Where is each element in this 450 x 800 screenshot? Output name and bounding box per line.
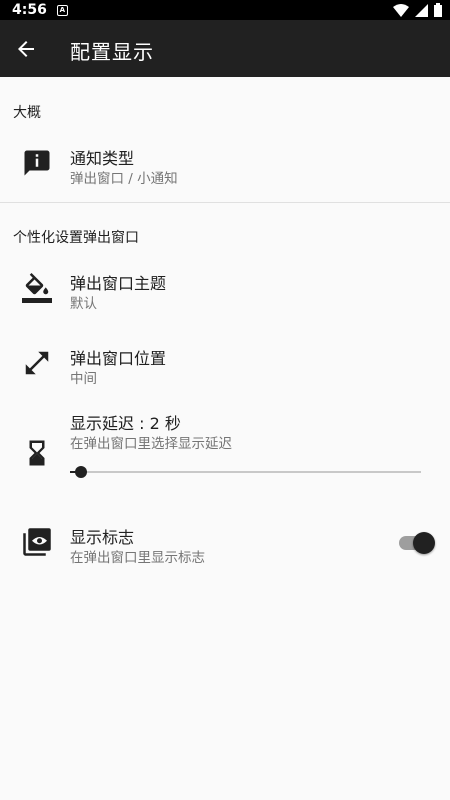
pref-notification-type[interactable]: 通知类型 弹出窗口 / 小通知: [0, 130, 450, 200]
arrow-back-icon[interactable]: [14, 37, 38, 61]
battery-icon: [434, 3, 442, 17]
pref-title: 通知类型: [70, 149, 135, 168]
pref-summary: 中间: [70, 371, 97, 387]
info-message-icon: [24, 150, 50, 176]
status-time: 4:56: [12, 2, 47, 18]
section-header-overview: 大概: [13, 105, 41, 121]
delay-slider-thumb[interactable]: [74, 466, 87, 478]
status-bar: 4:56 A: [0, 0, 450, 20]
status-icons: [393, 3, 442, 17]
toggle-thumb: [413, 532, 435, 554]
app-bar: 配置显示: [0, 20, 450, 77]
show-badge-toggle[interactable]: [399, 532, 435, 554]
pref-summary: 默认: [70, 296, 97, 312]
pref-summary: 在弹出窗口里选择显示延迟: [70, 436, 232, 452]
pref-popup-theme[interactable]: 弹出窗口主题 默认: [0, 258, 450, 318]
notification-icon: A: [56, 4, 68, 16]
paint-bucket-icon: [22, 273, 52, 303]
section-divider: [0, 202, 450, 203]
pref-title: 弹出窗口主题: [70, 274, 167, 293]
delay-slider-track[interactable]: [70, 471, 421, 473]
badge-eye-icon: [23, 528, 51, 556]
pref-summary: 在弹出窗口里显示标志: [70, 550, 205, 566]
pref-title: 弹出窗口位置: [70, 349, 167, 368]
pref-popup-position[interactable]: 弹出窗口位置 中间: [0, 333, 450, 393]
pref-summary: 弹出窗口 / 小通知: [70, 171, 178, 187]
hourglass-icon: [29, 440, 45, 466]
pref-title: 显示延迟 : 2 秒: [70, 414, 181, 433]
wifi-icon: [393, 3, 409, 17]
cellular-icon: [415, 3, 428, 17]
section-header-popup: 个性化设置弹出窗口: [13, 230, 139, 246]
pref-title: 显示标志: [70, 528, 135, 547]
resize-arrows-icon: [25, 351, 49, 375]
pref-show-badge[interactable]: 显示标志 在弹出窗口里显示标志: [0, 515, 450, 570]
page-title: 配置显示: [70, 40, 154, 64]
pref-display-delay[interactable]: 显示延迟 : 2 秒 在弹出窗口里选择显示延迟: [0, 400, 450, 490]
